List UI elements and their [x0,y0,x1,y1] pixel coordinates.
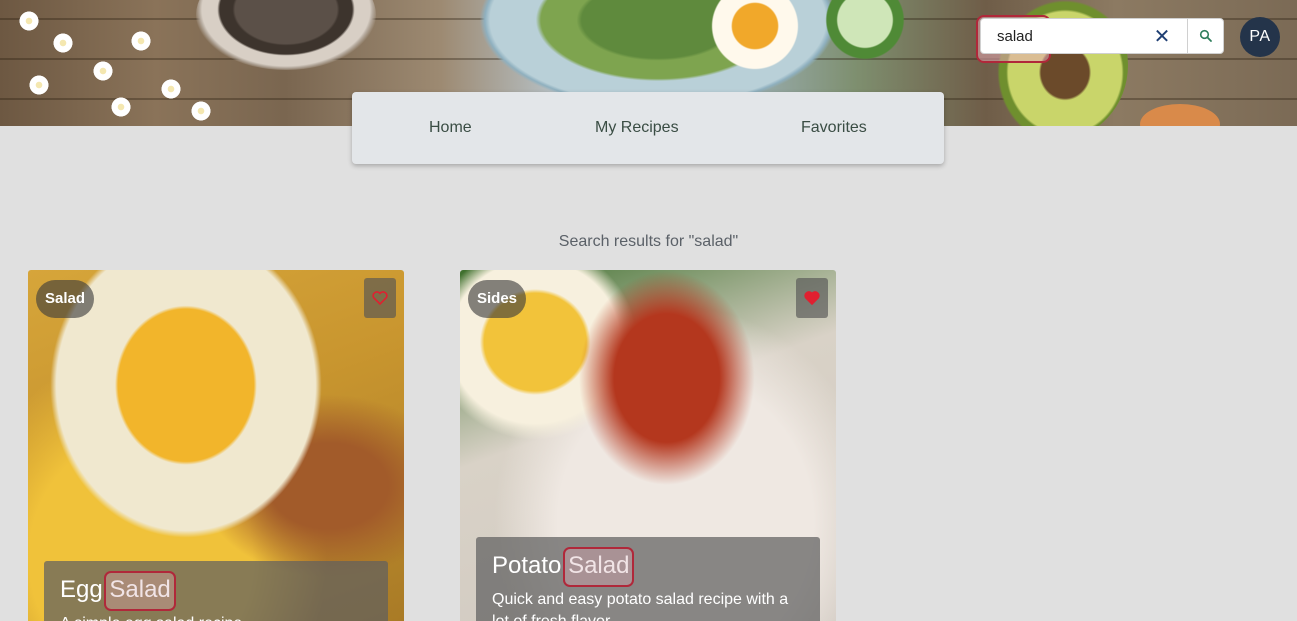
main-nav: Home My Recipes Favorites [352,92,944,164]
card-title-match: Salad [568,552,630,579]
recipe-card[interactable]: Salad Egg Salad A simple egg salad recip… [28,270,404,621]
search-match-highlight: Salad [104,571,176,611]
nav-home[interactable]: Home [429,119,472,137]
card-info-panel: Potato Salad Quick and easy potato salad… [476,537,820,621]
card-description: Quick and easy potato salad recipe with … [492,591,789,621]
nav-favorites[interactable]: Favorites [801,119,867,137]
heart-filled-icon [804,291,820,305]
nav-my-recipes[interactable]: My Recipes [595,119,679,137]
card-title-text: Potato [492,552,569,579]
card-title: Egg Salad [60,571,372,611]
category-tag: Salad [36,280,95,318]
search-icon [1199,29,1212,42]
heart-outline-icon [372,291,388,305]
user-avatar[interactable]: PA [1240,17,1280,57]
card-title: Potato Salad [492,547,804,587]
recipe-card[interactable]: Sides Potato Salad Quick and easy potato… [460,270,836,621]
search-button[interactable] [1187,19,1223,53]
favorite-button[interactable] [364,278,396,318]
clear-search-button[interactable]: ✕ [1152,27,1172,47]
card-title-match: Salad [109,576,171,603]
results-heading: Search results for "salad" [558,233,739,250]
favorite-button[interactable] [796,278,828,318]
card-description: A simple egg salad recipe... [60,613,372,621]
card-title-text: Egg [60,576,110,603]
card-info-panel: Egg Salad A simple egg salad recipe... [44,561,388,621]
category-tag: Sides [468,280,527,318]
search-match-highlight: Salad [563,547,635,587]
close-icon: ✕ [1153,26,1171,48]
